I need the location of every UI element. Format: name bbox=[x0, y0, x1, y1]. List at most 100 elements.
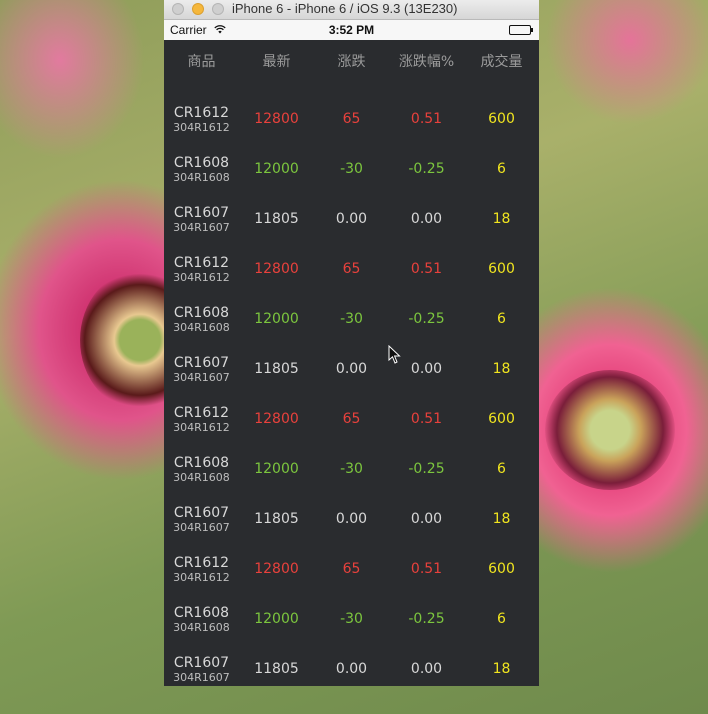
price-change-pct: 0.51 bbox=[410, 261, 443, 277]
price-change-pct: 0.00 bbox=[410, 511, 443, 527]
header-change[interactable]: 涨跌 bbox=[314, 51, 389, 71]
product-cell: CR1612 304R1612 bbox=[164, 556, 239, 583]
table-row[interactable]: CR1607304R1607118050.000.0018 bbox=[164, 494, 539, 544]
product-cell: CR1608 304R1608 bbox=[164, 156, 239, 183]
product-subcode: 304R1607 bbox=[173, 220, 230, 234]
header-volume[interactable]: 成交量 bbox=[464, 51, 539, 71]
product-subcode: 304R1612 bbox=[173, 420, 230, 434]
latest-price: 12800 bbox=[254, 261, 299, 277]
price-change-pct: 0.00 bbox=[410, 661, 443, 677]
volume: 600 bbox=[488, 261, 515, 277]
price-change: 0.00 bbox=[335, 211, 368, 227]
latest-price: 12000 bbox=[254, 461, 299, 477]
header-product[interactable]: 商品 bbox=[164, 51, 239, 71]
price-change: 65 bbox=[342, 261, 361, 277]
table-row[interactable]: CR1607304R1607118050.000.0018 bbox=[164, 644, 539, 686]
price-change-pct: 0.51 bbox=[410, 411, 443, 427]
latest-price: 12000 bbox=[254, 611, 299, 627]
price-change: 65 bbox=[342, 411, 361, 427]
product-subcode: 304R1612 bbox=[173, 120, 230, 134]
product-subcode: 304R1607 bbox=[173, 670, 230, 684]
table-row[interactable]: CR1608 304R1608 12000 -30 -0.25 6 bbox=[164, 444, 539, 494]
price-change: 65 bbox=[342, 111, 361, 127]
product-subcode: 304R1608 bbox=[173, 620, 230, 634]
window-title: iPhone 6 - iPhone 6 / iOS 9.3 (13E230) bbox=[232, 1, 458, 16]
volume: 6 bbox=[497, 311, 506, 327]
ios-status-bar: Carrier 3:52 PM bbox=[164, 20, 539, 40]
product-code: CR1608 bbox=[173, 454, 230, 471]
product-code: CR1612 bbox=[173, 554, 230, 571]
table-row[interactable]: CR1612 304R1612 12800 65 0.51 600 bbox=[164, 394, 539, 444]
product-code: CR1608 bbox=[173, 304, 230, 321]
price-change-pct: 0.51 bbox=[410, 561, 443, 577]
latest-price: 11805 bbox=[254, 211, 299, 227]
latest-price: 12800 bbox=[254, 111, 299, 127]
volume: 6 bbox=[497, 611, 506, 627]
price-change: 0.00 bbox=[335, 661, 368, 677]
table-row[interactable]: CR1607304R1607118050.000.0018 bbox=[164, 344, 539, 394]
product-cell: CR1612 304R1612 bbox=[164, 106, 239, 133]
table-row[interactable]: CR1612 304R1612 12800 65 0.51 600 bbox=[164, 544, 539, 594]
product-subcode: 304R1607 bbox=[173, 370, 230, 384]
table-row[interactable]: CR1612 304R1612 12800 65 0.51 600 bbox=[164, 244, 539, 294]
product-cell: CR1607304R1607 bbox=[164, 656, 239, 683]
battery-icon bbox=[509, 25, 533, 35]
price-change: -30 bbox=[340, 311, 363, 327]
latest-price: 12800 bbox=[254, 411, 299, 427]
product-cell: CR1608 304R1608 bbox=[164, 306, 239, 333]
latest-price: 12800 bbox=[254, 561, 299, 577]
product-code: CR1612 bbox=[173, 104, 230, 121]
window-close-button[interactable] bbox=[172, 3, 184, 15]
header-change-pct[interactable]: 涨跌幅% bbox=[389, 51, 464, 71]
product-code: CR1607 bbox=[173, 204, 230, 221]
table-row[interactable]: CR1608 304R1608 12000 -30 -0.25 6 bbox=[164, 144, 539, 194]
price-change: -30 bbox=[340, 161, 363, 177]
product-code: CR1607 bbox=[173, 354, 230, 371]
table-row[interactable]: CR1608 304R1608 12000 -30 -0.25 6 bbox=[164, 594, 539, 644]
price-change-pct: -0.25 bbox=[408, 161, 445, 177]
table-row[interactable]: CR1612 304R1612 12800 65 0.51 600 bbox=[164, 94, 539, 144]
product-subcode: 304R1607 bbox=[173, 520, 230, 534]
window-minimize-button[interactable] bbox=[192, 3, 204, 15]
product-code: CR1608 bbox=[173, 604, 230, 621]
volume: 18 bbox=[492, 361, 511, 377]
latest-price: 12000 bbox=[254, 161, 299, 177]
product-code: CR1612 bbox=[173, 254, 230, 271]
latest-price: 11805 bbox=[254, 361, 299, 377]
simulator-window: iPhone 6 - iPhone 6 / iOS 9.3 (13E230) C… bbox=[164, 0, 539, 686]
table-header: 商品 最新 涨跌 涨跌幅% 成交量 bbox=[164, 40, 539, 82]
product-subcode: 304R1608 bbox=[173, 320, 230, 334]
quote-list[interactable]: CR1607304R1607118050.000.0018CR1612304R1… bbox=[164, 40, 539, 686]
wallpaper-flower-right bbox=[545, 370, 675, 490]
price-change-pct: 0.51 bbox=[410, 111, 443, 127]
latest-price: 11805 bbox=[254, 511, 299, 527]
product-cell: CR1608 304R1608 bbox=[164, 456, 239, 483]
price-change: -30 bbox=[340, 461, 363, 477]
price-change: 0.00 bbox=[335, 361, 368, 377]
mouse-cursor-icon bbox=[388, 345, 401, 364]
volume: 6 bbox=[497, 161, 506, 177]
price-change-pct: 0.00 bbox=[410, 211, 443, 227]
product-cell: CR1612 304R1612 bbox=[164, 406, 239, 433]
window-zoom-button[interactable] bbox=[212, 3, 224, 15]
product-subcode: 304R1608 bbox=[173, 470, 230, 484]
status-time: 3:52 PM bbox=[328, 23, 375, 37]
volume: 18 bbox=[492, 211, 511, 227]
volume: 600 bbox=[488, 411, 515, 427]
header-latest[interactable]: 最新 bbox=[239, 51, 314, 71]
product-subcode: 304R1612 bbox=[173, 270, 230, 284]
product-code: CR1608 bbox=[173, 154, 230, 171]
product-code: CR1607 bbox=[173, 654, 230, 671]
volume: 600 bbox=[488, 111, 515, 127]
table-row[interactable]: CR1607304R1607 11805 0.00 0.00 18 bbox=[164, 194, 539, 244]
price-change: 65 bbox=[342, 561, 361, 577]
product-cell: CR1608 304R1608 bbox=[164, 606, 239, 633]
product-cell: CR1607304R1607 bbox=[164, 356, 239, 383]
window-titlebar: iPhone 6 - iPhone 6 / iOS 9.3 (13E230) bbox=[164, 0, 539, 20]
product-subcode: 304R1612 bbox=[173, 570, 230, 584]
product-code: CR1607 bbox=[173, 504, 230, 521]
latest-price: 11805 bbox=[254, 661, 299, 677]
table-row[interactable]: CR1608 304R1608 12000 -30 -0.25 6 bbox=[164, 294, 539, 344]
product-cell: CR1607304R1607 bbox=[164, 506, 239, 533]
price-change-pct: -0.25 bbox=[408, 461, 445, 477]
